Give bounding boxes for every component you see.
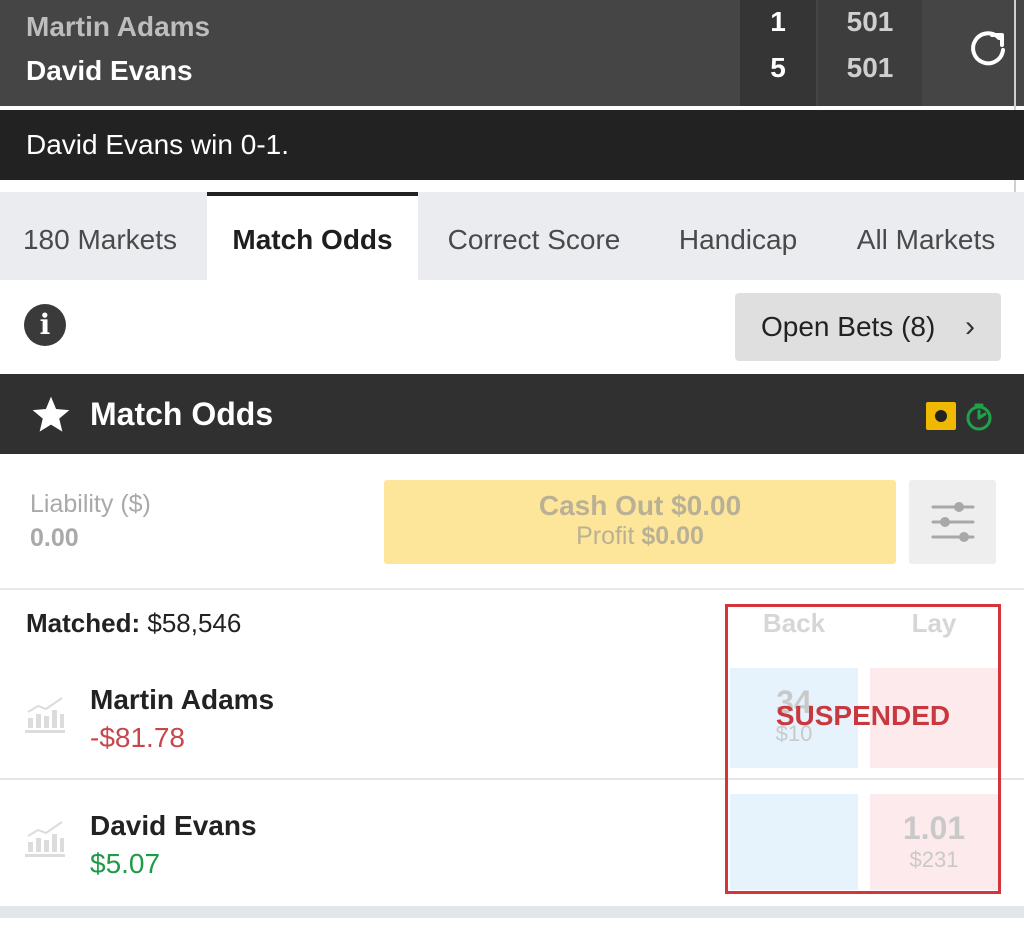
cashout-area: Liability ($) 0.00 Cash Out $0.00 Profit… <box>0 454 1024 590</box>
scoreboard-players: Martin Adams David Evans <box>26 10 210 98</box>
runner-name: Martin Adams <box>90 684 275 715</box>
tab-correct-score[interactable]: Correct Score <box>426 192 642 280</box>
profit-label: Profit <box>576 522 635 550</box>
matched-label: Matched: <box>26 608 141 638</box>
tab-180-markets[interactable]: 180 Markets <box>0 192 200 280</box>
tab-handicap[interactable]: Handicap <box>654 192 822 280</box>
points-column: 501 501 <box>818 0 922 106</box>
timer-icon <box>966 403 992 431</box>
sets-column: 1 5 <box>740 0 816 106</box>
tab-match-odds[interactable]: Match Odds <box>207 192 418 280</box>
chart-icon[interactable] <box>24 694 66 736</box>
liability-label: Liability ($) <box>30 490 151 518</box>
runner-profit-loss: -$81.78 <box>90 722 185 753</box>
points-score: 501 <box>846 6 894 37</box>
info-row: i Open Bets (8) › <box>0 280 1024 374</box>
liability-value: 0.00 <box>30 524 79 552</box>
profit-value: $0.00 <box>641 522 704 550</box>
star-icon[interactable] <box>30 394 72 436</box>
open-bets-button[interactable]: Open Bets (8) › <box>735 293 1001 361</box>
suspended-frame <box>725 604 1001 894</box>
cash-out-button[interactable]: Cash Out $0.00 Profit $0.00 <box>384 480 896 564</box>
cashout-settings-button[interactable] <box>909 480 996 564</box>
market-tabs: 180 Markets Match Odds Correct Score Han… <box>0 192 1024 280</box>
matched-amount: Matched: $58,546 <box>26 608 241 639</box>
points-score: 501 <box>846 52 894 83</box>
bottom-divider <box>0 906 1024 929</box>
in-play-icon <box>926 402 956 430</box>
live-ticker: David Evans win 0-1. <box>0 110 1024 180</box>
chart-icon[interactable] <box>24 818 66 860</box>
matched-value: $58,546 <box>147 608 242 638</box>
market-header: Match Odds <box>0 374 1024 454</box>
sliders-icon <box>931 502 975 542</box>
info-icon[interactable]: i <box>24 304 66 346</box>
player-name: David Evans <box>26 55 193 86</box>
cash-out-label: Cash Out $0.00 <box>538 490 742 521</box>
tab-all-markets[interactable]: All Markets <box>836 192 1016 280</box>
runner-profit-loss: $5.07 <box>90 848 161 879</box>
sets-score: 1 <box>770 6 786 37</box>
suspended-label: SUSPENDED <box>775 700 951 731</box>
sets-score: 5 <box>770 52 786 83</box>
refresh-icon[interactable] <box>966 26 1010 70</box>
profit-text: Profit $0.00 <box>384 522 896 551</box>
player-name: Martin Adams <box>26 11 211 42</box>
market-title: Match Odds <box>90 396 274 432</box>
open-bets-label: Open Bets (8) <box>761 311 936 342</box>
runner-name: David Evans <box>90 810 257 841</box>
chevron-right-icon: › <box>965 310 975 343</box>
scoreboard: Martin Adams David Evans 1 5 501 501 <box>0 0 1024 106</box>
